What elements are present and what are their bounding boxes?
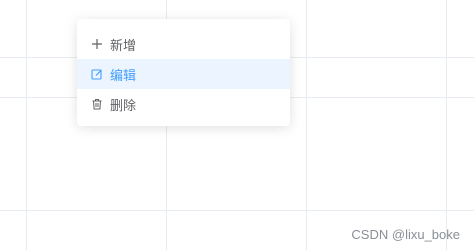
menu-item-label: 删除 bbox=[110, 98, 137, 114]
watermark: CSDN @lixu_boke bbox=[351, 227, 460, 242]
context-menu: 新增 编辑 删除 bbox=[77, 19, 290, 126]
grid-line bbox=[0, 210, 474, 211]
menu-item-edit[interactable]: 编辑 bbox=[77, 59, 290, 89]
menu-item-add[interactable]: 新增 bbox=[77, 29, 290, 59]
menu-item-label: 新增 bbox=[110, 38, 137, 54]
edit-icon bbox=[91, 68, 103, 80]
grid-line bbox=[306, 0, 307, 250]
grid-line bbox=[26, 0, 27, 250]
grid-line bbox=[446, 0, 447, 250]
plus-icon bbox=[91, 38, 103, 50]
menu-item-delete[interactable]: 删除 bbox=[77, 89, 290, 119]
menu-item-label: 编辑 bbox=[110, 68, 137, 84]
trash-icon bbox=[91, 98, 103, 110]
